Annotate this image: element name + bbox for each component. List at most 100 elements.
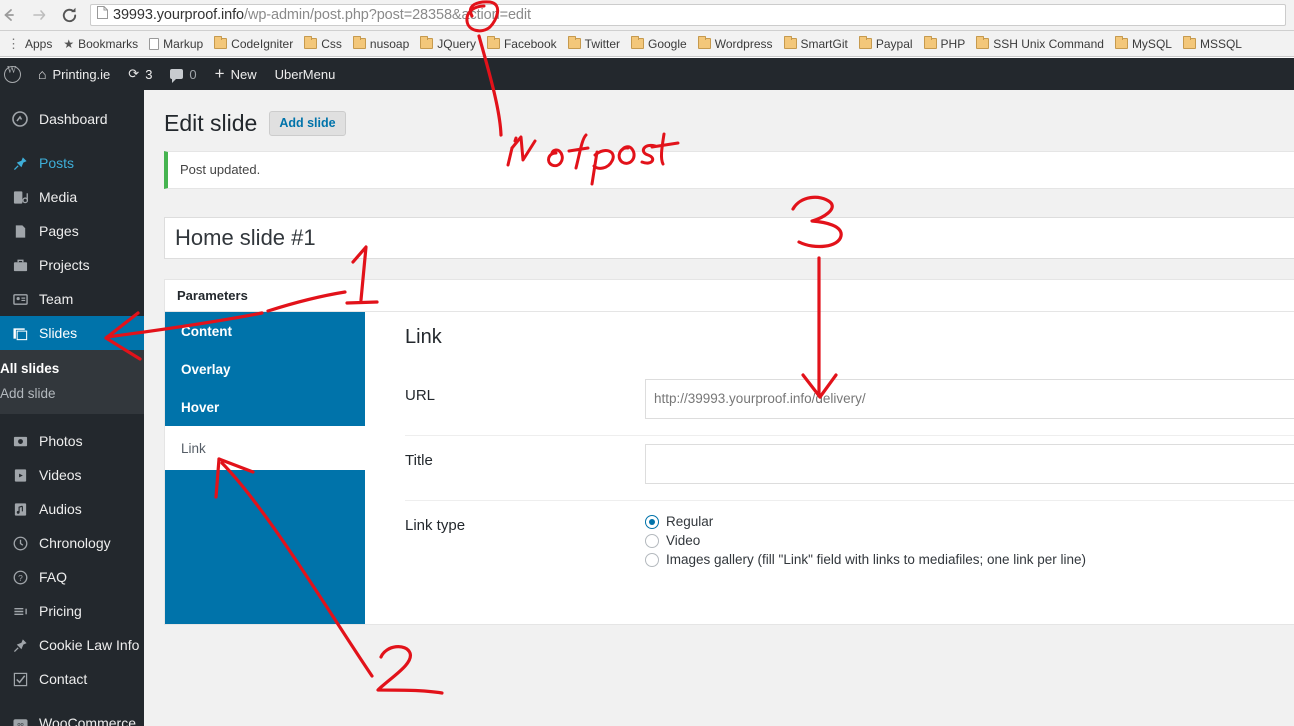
comments-menu[interactable]: 0 bbox=[161, 58, 205, 90]
bookmark-facebook[interactable]: Facebook bbox=[482, 33, 562, 55]
link-type-label: Link type bbox=[405, 517, 466, 534]
sidebar-item-label: Videos bbox=[39, 467, 82, 483]
sidebar-item-label: Dashboard bbox=[39, 111, 108, 127]
tab-content[interactable]: Content bbox=[165, 312, 365, 350]
sidebar-subitem-all-slides[interactable]: All slides bbox=[0, 356, 144, 381]
check-icon bbox=[10, 669, 30, 689]
bookmark-twitter[interactable]: Twitter bbox=[563, 33, 625, 55]
media-icon bbox=[10, 187, 30, 207]
bookmark-paypal[interactable]: Paypal bbox=[854, 33, 918, 55]
site-name-label: Printing.ie bbox=[52, 66, 111, 82]
tab-overlay[interactable]: Overlay bbox=[165, 350, 365, 388]
bookmark-label: Css bbox=[321, 36, 342, 51]
bookmark-css[interactable]: Css bbox=[299, 33, 347, 55]
folder-icon bbox=[567, 36, 581, 49]
pin-icon bbox=[10, 635, 30, 655]
updates-icon: ⟳ bbox=[128, 66, 140, 81]
notice-post-updated: Post updated. bbox=[164, 151, 1294, 189]
bookmark-label: Wordpress bbox=[714, 36, 773, 51]
sidebar-item-videos[interactable]: Videos bbox=[0, 458, 144, 492]
radio-option-images-gallery[interactable]: Images gallery (fill "Link" field with l… bbox=[645, 550, 1086, 569]
back-arrow-icon[interactable] bbox=[0, 0, 24, 30]
folder-icon bbox=[352, 36, 366, 49]
folder-icon bbox=[1182, 36, 1196, 49]
sidebar-subitem-add-slide[interactable]: Add slide bbox=[0, 381, 144, 406]
list-icon bbox=[10, 601, 30, 621]
add-slide-button[interactable]: Add slide bbox=[269, 111, 346, 136]
post-title-input[interactable]: Home slide #1 bbox=[164, 217, 1294, 259]
tab-label: Overlay bbox=[181, 361, 231, 377]
folder-icon bbox=[1114, 36, 1128, 49]
sidebar-item-label: Pricing bbox=[39, 603, 82, 619]
radio-option-regular[interactable]: Regular bbox=[645, 512, 1086, 531]
sidebar-subitem-label: Add slide bbox=[0, 386, 56, 401]
sidebar-item-label: WooCommerce bbox=[39, 715, 136, 726]
bookmark-bookmarks[interactable]: ★ Bookmarks bbox=[58, 33, 143, 55]
page-header: Edit slide Add slide bbox=[144, 90, 1294, 137]
new-content-menu[interactable]: + New bbox=[206, 58, 266, 90]
tab-link[interactable]: Link bbox=[165, 429, 365, 467]
address-bar[interactable]: 39993.yourproof.info/wp-admin/post.php?p… bbox=[90, 4, 1286, 26]
tab-label: Link bbox=[181, 440, 206, 456]
bookmark-google[interactable]: Google bbox=[626, 33, 692, 55]
sidebar-item-audios[interactable]: Audios bbox=[0, 492, 144, 526]
sidebar-item-pricing[interactable]: Pricing bbox=[0, 594, 144, 628]
sidebar-item-cookie-law-info[interactable]: Cookie Law Info bbox=[0, 628, 144, 662]
reload-icon[interactable] bbox=[54, 0, 84, 30]
bookmark-jquery[interactable]: JQuery bbox=[415, 33, 481, 55]
sidebar-item-faq[interactable]: ? FAQ bbox=[0, 560, 144, 594]
address-bar-url: 39993.yourproof.info/wp-admin/post.php?p… bbox=[113, 7, 531, 23]
sidebar-item-team[interactable]: Team bbox=[0, 282, 144, 316]
updates-menu[interactable]: ⟳ 3 bbox=[119, 58, 161, 90]
tab-hover[interactable]: Hover bbox=[165, 388, 365, 426]
folder-icon bbox=[486, 36, 500, 49]
sidebar-item-dashboard[interactable]: Dashboard bbox=[0, 102, 144, 136]
photo-icon bbox=[10, 431, 30, 451]
sidebar-item-posts[interactable]: Posts bbox=[0, 146, 144, 180]
sidebar-submenu-slides: All slides Add slide bbox=[0, 350, 144, 414]
bookmark-label: Apps bbox=[25, 36, 53, 51]
bookmark-wordpress[interactable]: Wordpress bbox=[693, 33, 778, 55]
radio-button[interactable] bbox=[645, 533, 659, 548]
bookmark-ssh-unix-command[interactable]: SSH Unix Command bbox=[971, 33, 1109, 55]
sidebar-item-pages[interactable]: Pages bbox=[0, 214, 144, 248]
question-icon: ? bbox=[10, 567, 30, 587]
url-label: URL bbox=[405, 387, 436, 404]
form-row-link-type: Link type Regular Video Images gallery (… bbox=[405, 501, 1294, 585]
bookmark-mssql[interactable]: MSSQL bbox=[1178, 33, 1247, 55]
bookmark-label: Markup bbox=[163, 36, 204, 51]
bookmark-markup[interactable]: Markup bbox=[144, 33, 208, 55]
wordpress-logo-icon[interactable] bbox=[0, 58, 29, 90]
bookmark-php[interactable]: PHP bbox=[919, 33, 971, 55]
radio-button[interactable] bbox=[645, 514, 659, 529]
folder-icon bbox=[783, 36, 797, 49]
bookmark-apps[interactable]: ⋮ Apps bbox=[2, 33, 57, 55]
site-name-menu[interactable]: ⌂ Printing.ie bbox=[29, 58, 119, 90]
radio-option-video[interactable]: Video bbox=[645, 531, 1086, 550]
bookmark-label: Google bbox=[648, 36, 687, 51]
sidebar-item-label: Pages bbox=[39, 223, 79, 239]
sidebar-item-contact[interactable]: Contact bbox=[0, 662, 144, 696]
sidebar-item-projects[interactable]: Projects bbox=[0, 248, 144, 282]
radio-button[interactable] bbox=[645, 552, 659, 567]
audio-icon bbox=[10, 499, 30, 519]
sidebar-item-slides[interactable]: Slides bbox=[0, 316, 144, 350]
slides-icon bbox=[10, 323, 30, 343]
sidebar-item-media[interactable]: Media bbox=[0, 180, 144, 214]
bookmark-nusoap[interactable]: nusoap bbox=[348, 33, 414, 55]
link-type-radio-group: Regular Video Images gallery (fill "Link… bbox=[645, 509, 1086, 569]
title-input[interactable] bbox=[645, 444, 1294, 484]
ubermenu-menu[interactable]: UberMenu bbox=[266, 58, 345, 90]
bookmark-mysql[interactable]: MySQL bbox=[1110, 33, 1177, 55]
bookmark-codeigniter[interactable]: CodeIgniter bbox=[209, 33, 298, 55]
url-input-value: http://39993.yourproof.info/delivery/ bbox=[654, 391, 866, 406]
sidebar-item-photos[interactable]: Photos bbox=[0, 424, 144, 458]
sidebar-item-label: Audios bbox=[39, 501, 82, 517]
sidebar-item-woocommerce[interactable]: oo WooCommerce bbox=[0, 706, 144, 726]
forward-arrow-icon[interactable] bbox=[24, 0, 54, 30]
sidebar-item-chronology[interactable]: Chronology bbox=[0, 526, 144, 560]
video-icon bbox=[10, 465, 30, 485]
folder-icon bbox=[923, 36, 937, 49]
bookmark-smartgit[interactable]: SmartGit bbox=[779, 33, 853, 55]
url-input[interactable]: http://39993.yourproof.info/delivery/ bbox=[645, 379, 1294, 419]
